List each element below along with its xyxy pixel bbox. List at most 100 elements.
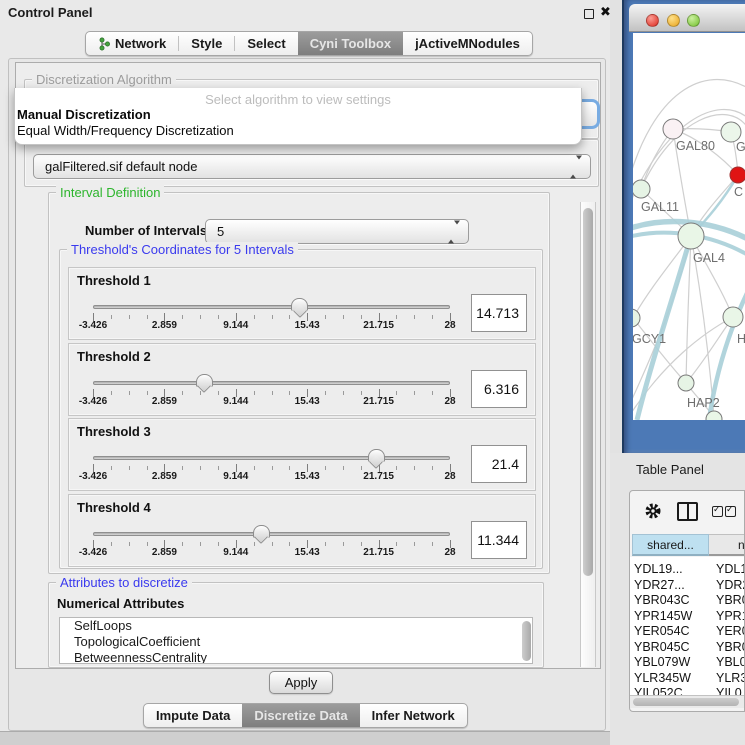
threshold-4-slider-thumb[interactable] — [253, 525, 270, 538]
threshold-2-label: Threshold 2 — [77, 349, 151, 364]
control-panel-title: Control Panel — [8, 5, 93, 20]
numerical-attributes-list[interactable]: SelfLoops TopologicalCoefficient Between… — [59, 617, 533, 664]
combo-spinner-icon — [570, 159, 582, 174]
algorithm-option-manual[interactable]: Manual Discretization — [17, 107, 151, 122]
node-gal80[interactable] — [663, 119, 683, 139]
list-item[interactable]: TopologicalCoefficient — [60, 634, 532, 650]
node-label: GAL11 — [641, 200, 679, 214]
column-layout-icon[interactable] — [677, 502, 698, 521]
network-window-titlebar — [629, 4, 745, 32]
threshold-3-slider-track[interactable] — [93, 456, 450, 460]
threshold-1-slider-track[interactable] — [93, 305, 450, 309]
scrollbar-thumb[interactable] — [583, 208, 593, 576]
algorithm-option-equal-width[interactable]: Equal Width/Frequency Discretization — [17, 123, 234, 138]
control-panel-window: Control Panel ✖ Network Style Select Cyn… — [0, 0, 610, 732]
table-row[interactable]: YER054CYER0 — [630, 624, 745, 640]
node-gal4[interactable] — [678, 223, 704, 249]
list-scrollbar[interactable] — [522, 620, 531, 663]
table-row[interactable]: YBR045CYBR0 — [630, 640, 745, 656]
threshold-1-value-field[interactable]: 14.713 — [471, 294, 527, 332]
threshold-3-slider-thumb[interactable] — [368, 449, 385, 462]
slider-tick-labels: -3.4262.8599.14415.4321.71528 — [69, 547, 535, 559]
table-horizontal-scrollbar[interactable] — [630, 695, 745, 708]
threshold-2-slider-track[interactable] — [93, 381, 450, 385]
list-item[interactable]: SelfLoops — [60, 618, 532, 634]
bottom-tab-bar: Impute Data Discretize Data Infer Networ… — [143, 703, 468, 728]
table-panel-title: Table Panel — [636, 462, 704, 477]
column-header-shared[interactable]: shared... — [632, 534, 709, 556]
table-row[interactable]: YPR145WYPR1 — [630, 609, 745, 625]
network-view-window: GAL80 GA GAL11 C GAL4 GCY1 H HAP2 — [622, 0, 745, 453]
list-item[interactable]: BetweennessCentrality — [60, 650, 532, 664]
slider-tick-labels: -3.4262.8599.14415.4321.71528 — [69, 320, 535, 332]
node-label: GAL80 — [676, 139, 715, 153]
node[interactable] — [723, 307, 743, 327]
network-canvas[interactable]: GAL80 GA GAL11 C GAL4 GCY1 H HAP2 — [633, 33, 745, 420]
tab-network-label: Network — [115, 36, 166, 51]
node-gal11[interactable] — [633, 180, 650, 198]
screen: Control Panel ✖ Network Style Select Cyn… — [0, 0, 745, 745]
threshold-2-panel: Threshold 2 -3.4262.8599.14415.4321.7152… — [68, 343, 536, 416]
minimize-traffic-light-icon[interactable] — [667, 14, 680, 27]
table-data-value: galFiltered.sif default node — [34, 159, 197, 174]
table-panel: Table Panel shared... na YDL19...YDL1 Y — [610, 453, 745, 745]
threshold-2-value-field[interactable]: 6.316 — [471, 370, 527, 408]
table-row[interactable]: YDL19...YDL1 — [630, 562, 745, 578]
threshold-1-slider-thumb[interactable] — [291, 298, 308, 311]
tab-jactivemnodules[interactable]: jActiveMNodules — [403, 32, 532, 55]
node-label: GCY1 — [633, 332, 666, 346]
scrollbar-thumb[interactable] — [633, 698, 739, 706]
column-header-name[interactable]: na — [709, 534, 745, 556]
node-label: GAL4 — [693, 251, 725, 265]
algorithm-hint-text: Select algorithm to view settings — [15, 92, 581, 107]
attributes-title: Attributes to discretize — [56, 575, 192, 590]
slider-tick-labels: -3.4262.8599.14415.4321.71528 — [69, 396, 535, 408]
tab-impute-data[interactable]: Impute Data — [144, 704, 242, 727]
threshold-4-slider-track[interactable] — [93, 532, 450, 536]
settings-gear-icon[interactable] — [644, 502, 662, 525]
node-label: H — [737, 332, 745, 346]
node-selected-red[interactable] — [730, 167, 745, 183]
tab-discretize-data[interactable]: Discretize Data — [242, 704, 359, 727]
float-window-icon[interactable] — [584, 9, 594, 19]
table-row[interactable]: YDR27...YDR2 — [630, 578, 745, 594]
threshold-4-label: Threshold 4 — [77, 500, 151, 515]
interval-definition-title: Interval Definition — [56, 185, 164, 200]
table-row[interactable]: YBL079WYBL0 — [630, 655, 745, 671]
node-label: C — [734, 185, 743, 199]
checkbox-icon[interactable] — [725, 506, 736, 517]
discretize-form-panel: Discretization Algorithm Select algorith… — [15, 62, 601, 669]
node-hap2[interactable] — [678, 375, 694, 391]
node-table-container: shared... na YDL19...YDL1 YDR27...YDR2 Y… — [629, 490, 745, 712]
close-traffic-light-icon[interactable] — [646, 14, 659, 27]
number-of-intervals-combobox[interactable]: 5 — [205, 219, 469, 244]
right-region: GAL80 GA GAL11 C GAL4 GCY1 H HAP2 Table … — [610, 0, 745, 745]
node-gcy1[interactable] — [633, 309, 640, 327]
tab-network[interactable]: Network — [86, 32, 178, 55]
tab-cyni-toolbox[interactable]: Cyni Toolbox — [298, 32, 403, 55]
zoom-traffic-light-icon[interactable] — [687, 14, 700, 27]
node-label: HAP2 — [687, 396, 720, 410]
apply-button[interactable]: Apply — [269, 671, 333, 694]
thresholds-title: Threshold's Coordinates for 5 Intervals — [67, 242, 298, 257]
thresholds-box: Threshold's Coordinates for 5 Intervals … — [59, 249, 543, 569]
threshold-1-panel: Threshold 1 -3.4262.8599.14415.4321.7152… — [68, 267, 536, 340]
threshold-3-value-field[interactable]: 21.4 — [471, 445, 527, 483]
table-rows: YDL19...YDL1 YDR27...YDR2 YBR043CYBR0 YP… — [630, 557, 745, 697]
node[interactable] — [721, 122, 741, 142]
checkbox-icon[interactable] — [712, 506, 723, 517]
tab-select[interactable]: Select — [235, 32, 297, 55]
tab-style[interactable]: Style — [179, 32, 234, 55]
interval-definition-box: Interval Definition Number of Intervals … — [48, 192, 550, 574]
table-data-combobox[interactable]: galFiltered.sif default node — [33, 154, 591, 179]
panel-vertical-scrollbar[interactable] — [580, 202, 596, 667]
threshold-3-label: Threshold 3 — [77, 424, 151, 439]
number-of-intervals-label: Number of Intervals — [85, 223, 207, 238]
control-panel-titlebar: Control Panel ✖ — [0, 0, 610, 26]
threshold-2-slider-thumb[interactable] — [196, 374, 213, 387]
table-row[interactable]: YLR345WYLR3 — [630, 671, 745, 687]
table-row[interactable]: YBR043CYBR0 — [630, 593, 745, 609]
network-icon — [98, 37, 110, 51]
tab-infer-network[interactable]: Infer Network — [360, 704, 467, 727]
threshold-4-value-field[interactable]: 11.344 — [471, 521, 527, 559]
